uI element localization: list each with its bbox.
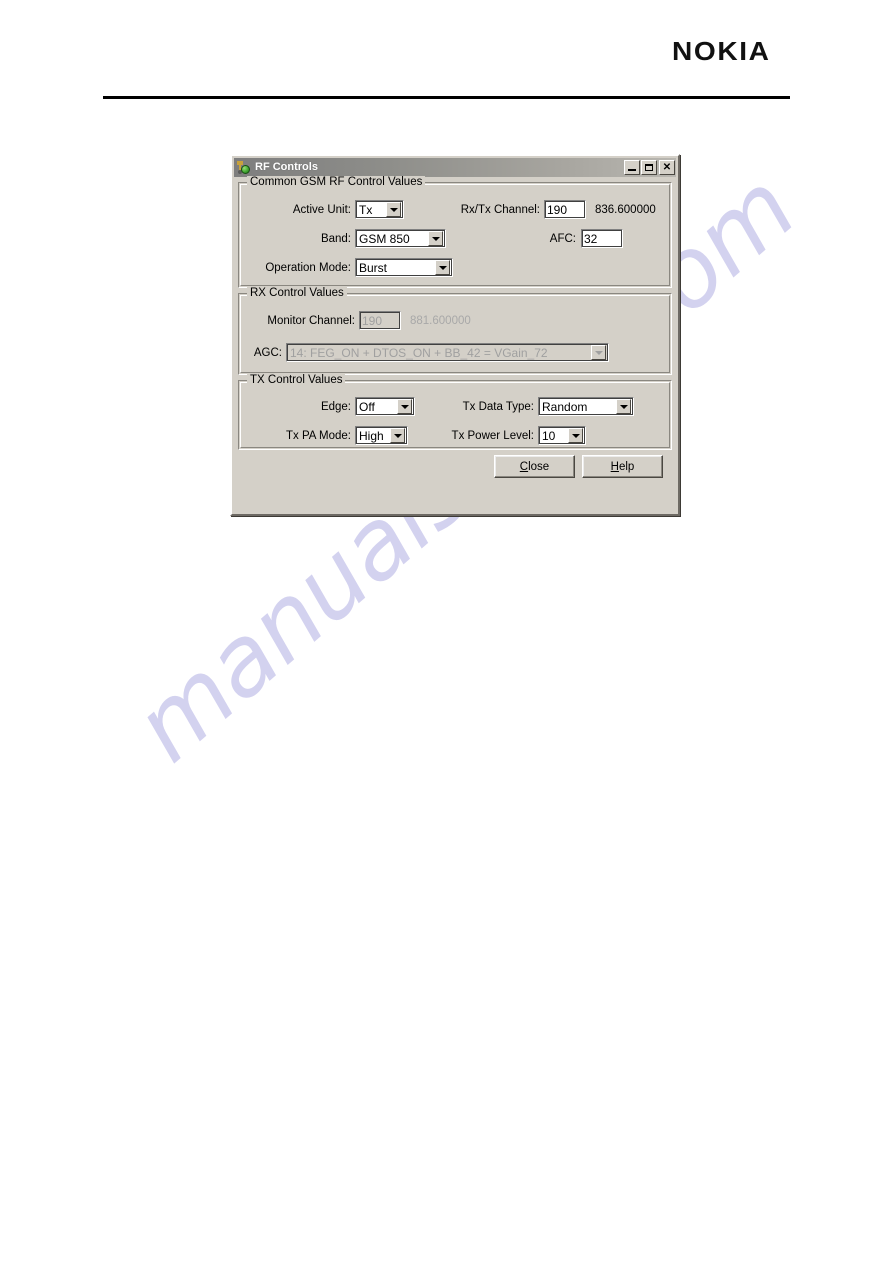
tx-data-type-value: Random: [542, 399, 588, 414]
rf-controls-icon: [236, 160, 252, 176]
maximize-icon: [645, 164, 653, 171]
group-common-gsm-title: Common GSM RF Control Values: [247, 176, 426, 188]
edge-value: Off: [359, 399, 375, 414]
monitor-channel-input: 190: [359, 311, 401, 330]
tx-power-level-combo[interactable]: 10: [538, 426, 586, 445]
rx-tx-channel-label: Rx/Tx Channel:: [460, 203, 540, 216]
agc-label: AGC:: [253, 346, 282, 359]
chevron-down-icon[interactable]: [386, 202, 401, 217]
agc-combo: 14: FEG_ON + DTOS_ON + BB_42 = VGain_72: [286, 343, 609, 362]
operation-mode-combo[interactable]: Burst: [355, 258, 453, 277]
chevron-down-icon[interactable]: [568, 428, 583, 443]
chevron-down-icon: [591, 345, 606, 360]
tx-power-level-value: 10: [542, 428, 556, 443]
group-rx-control-title: RX Control Values: [247, 287, 347, 299]
band-combo[interactable]: GSM 850: [355, 229, 446, 248]
rf-controls-dialog: RF Controls ✕ Common GSM RF Control Valu…: [230, 154, 680, 516]
window-controls: ✕: [624, 160, 675, 175]
minimize-icon: [628, 169, 636, 171]
afc-label: AFC:: [549, 232, 576, 245]
active-unit-value: Tx: [359, 202, 373, 217]
help-button-label: elp: [618, 460, 635, 473]
tx-pa-mode-combo[interactable]: High: [355, 426, 408, 445]
operation-mode-value: Burst: [359, 260, 388, 275]
tx-pa-mode-value: High: [359, 428, 384, 443]
tx-power-level-label: Tx Power Level:: [451, 429, 534, 442]
group-tx-control: TX Control Values Edge: Off Tx Data Type…: [238, 374, 672, 450]
tx-pa-mode-label: Tx PA Mode:: [286, 429, 351, 442]
close-icon: ✕: [662, 161, 672, 173]
band-value: GSM 850: [359, 231, 410, 246]
chevron-down-icon[interactable]: [397, 399, 412, 414]
chevron-down-icon[interactable]: [428, 231, 443, 246]
chevron-down-icon[interactable]: [435, 260, 450, 275]
monitor-frequency-value: 881.600000: [410, 314, 471, 327]
tx-data-type-combo[interactable]: Random: [538, 397, 634, 416]
header-divider: [103, 96, 790, 99]
help-button[interactable]: Help: [582, 455, 663, 478]
close-button-label: lose: [528, 460, 550, 473]
tx-data-type-label: Tx Data Type:: [462, 400, 534, 413]
group-tx-control-title: TX Control Values: [247, 374, 346, 386]
maximize-button[interactable]: [641, 160, 657, 175]
document-page: NOKIA RF Controls ✕ Common GSM RF Contro…: [0, 0, 893, 1263]
active-unit-combo[interactable]: Tx: [355, 200, 404, 219]
active-unit-label: Active Unit:: [292, 203, 351, 216]
edge-combo[interactable]: Off: [355, 397, 415, 416]
nokia-logo: NOKIA: [672, 36, 771, 66]
dialog-title: RF Controls: [255, 161, 318, 173]
agc-value: 14: FEG_ON + DTOS_ON + BB_42 = VGain_72: [290, 345, 548, 360]
monitor-channel-label: Monitor Channel:: [267, 314, 355, 327]
chevron-down-icon[interactable]: [616, 399, 631, 414]
rx-tx-frequency-value: 836.600000: [595, 203, 656, 216]
operation-mode-label: Operation Mode:: [265, 261, 351, 274]
close-button-accel: C: [519, 460, 529, 473]
help-button-accel: H: [610, 460, 619, 473]
group-common-gsm: Common GSM RF Control Values Active Unit…: [238, 176, 672, 288]
dialog-body: Common GSM RF Control Values Active Unit…: [232, 176, 678, 484]
edge-label: Edge:: [320, 400, 351, 413]
close-window-button[interactable]: ✕: [659, 160, 675, 175]
group-rx-control: RX Control Values Monitor Channel: 190 8…: [238, 287, 672, 375]
close-button[interactable]: Close: [494, 455, 575, 478]
band-label: Band:: [320, 232, 351, 245]
dialog-titlebar[interactable]: RF Controls ✕: [234, 158, 676, 177]
rx-tx-channel-input[interactable]: 190: [544, 200, 586, 219]
afc-input[interactable]: 32: [581, 229, 623, 248]
minimize-button[interactable]: [624, 160, 640, 175]
dialog-button-bar: Close Help: [238, 455, 672, 478]
chevron-down-icon[interactable]: [390, 428, 405, 443]
